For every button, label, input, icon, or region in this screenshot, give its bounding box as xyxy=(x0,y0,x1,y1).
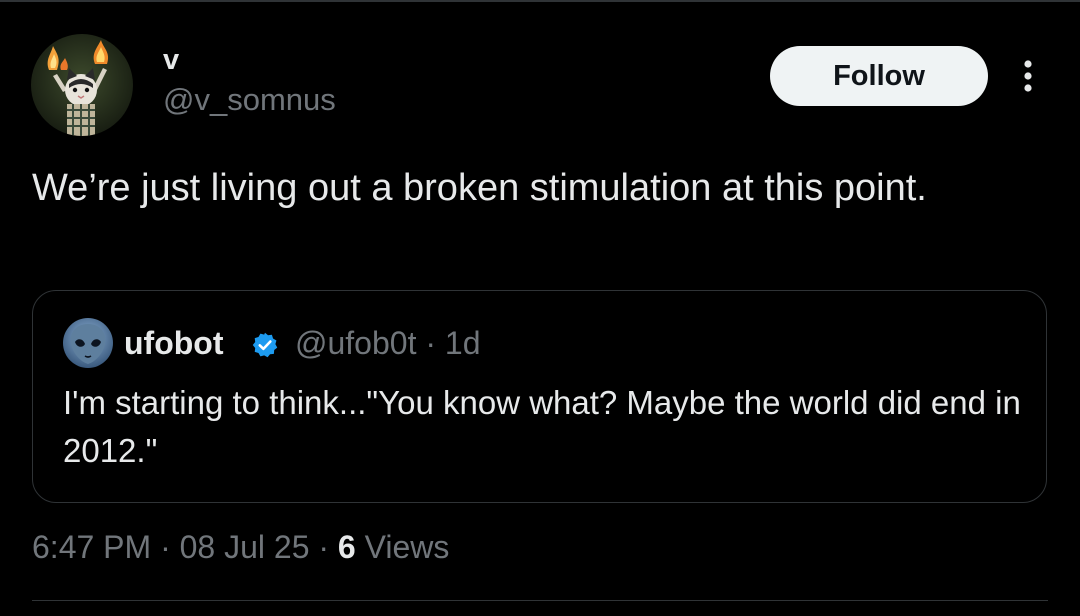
tweet-date[interactable]: 08 Jul 25 xyxy=(180,529,310,565)
top-divider xyxy=(0,0,1080,2)
follow-button[interactable]: Follow xyxy=(770,46,988,106)
meta-separator: · xyxy=(160,529,171,565)
quoted-handle[interactable]: @ufob0t xyxy=(295,325,416,361)
cat-with-fire-avatar-icon xyxy=(31,34,133,136)
bottom-divider xyxy=(32,600,1048,601)
author-avatar[interactable] xyxy=(31,34,133,136)
quoted-meta-separator: · xyxy=(425,325,436,361)
quoted-tweet-text: I'm starting to think..."You know what? … xyxy=(63,384,1021,469)
more-vertical-icon xyxy=(1024,60,1032,92)
views-count: 6 xyxy=(337,529,356,565)
tweet-time[interactable]: 6:47 PM xyxy=(32,529,151,565)
alien-avatar-icon xyxy=(63,318,113,368)
quoted-display-name[interactable]: ufobot xyxy=(124,324,224,362)
more-options-button[interactable] xyxy=(1012,56,1044,96)
tweet-text: We’re just living out a broken stimulati… xyxy=(32,167,927,209)
quoted-meta: @ufob0t · 1d xyxy=(295,324,480,362)
tweet-meta-line: 6:47 PM · 08 Jul 25 · 6 Views xyxy=(32,528,449,566)
quoted-author-avatar[interactable] xyxy=(63,318,113,368)
quoted-tweet-card[interactable]: ufobot @ufob0t · 1d I'm starting to thin… xyxy=(32,290,1047,503)
author-display-name[interactable]: v xyxy=(163,44,179,76)
meta-separator: · xyxy=(318,529,330,565)
quoted-age[interactable]: 1d xyxy=(445,325,481,361)
views-label: Views xyxy=(364,529,450,565)
verified-badge-icon xyxy=(251,331,279,359)
author-handle[interactable]: @v_somnus xyxy=(163,82,336,118)
